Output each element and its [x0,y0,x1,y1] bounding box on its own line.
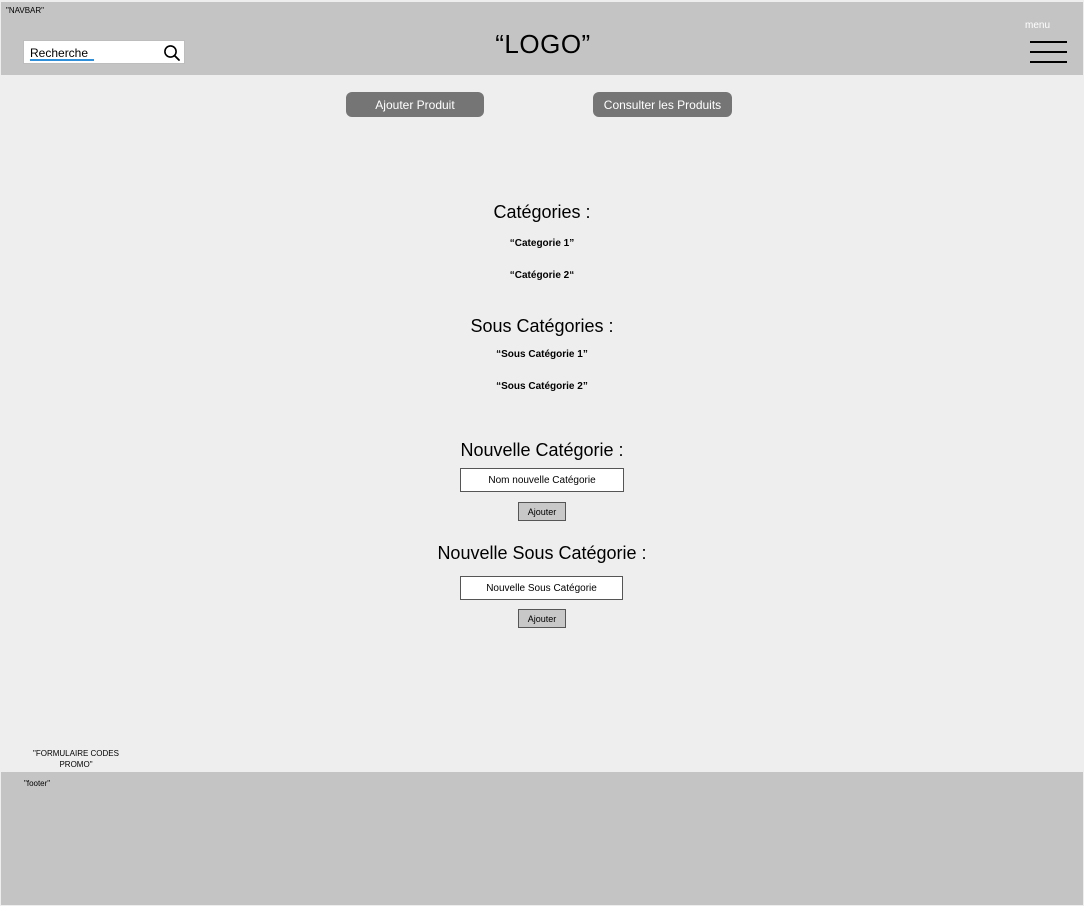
navbar-tag: "NAVBAR" [6,6,44,15]
footer: "footer" [1,772,1083,905]
hamburger-line [1030,41,1067,43]
subcategory-item: “Sous Catégorie 2” [496,381,588,392]
add-category-button[interactable]: Ajouter [518,502,566,521]
footer-tag: "footer" [24,779,51,788]
subcategories-title: Sous Catégories : [470,316,614,336]
add-product-button[interactable]: Ajouter Produit [346,92,484,117]
hamburger-line [1030,51,1067,53]
logo: “LOGO” [495,29,591,59]
new-category-title: Nouvelle Catégorie : [460,440,624,460]
view-products-button[interactable]: Consulter les Produits [593,92,732,117]
category-item: “Categorie 1” [509,238,575,249]
new-subcategory-name-field[interactable]: Nouvelle Sous Catégorie [460,576,623,600]
hamburger-menu-icon[interactable] [1030,41,1068,63]
hamburger-line [1030,61,1067,63]
new-category-name-field[interactable]: Nom nouvelle Catégorie [460,468,624,492]
promo-codes-form-label: "FORMULAIRE CODES PROMO" [33,749,119,769]
subcategory-item: “Sous Catégorie 1” [496,349,588,360]
categories-title: Catégories : [493,202,591,222]
category-item: “Catégorie 2“ [509,270,575,281]
add-subcategory-button[interactable]: Ajouter [518,609,566,628]
menu-label: menu [1025,20,1051,31]
page: "NAVBAR" Recherche “LOGO” menu Ajouter P… [0,0,1084,906]
navbar: "NAVBAR" Recherche “LOGO” menu [1,2,1083,75]
new-subcategory-title: Nouvelle Sous Catégorie : [437,543,647,563]
